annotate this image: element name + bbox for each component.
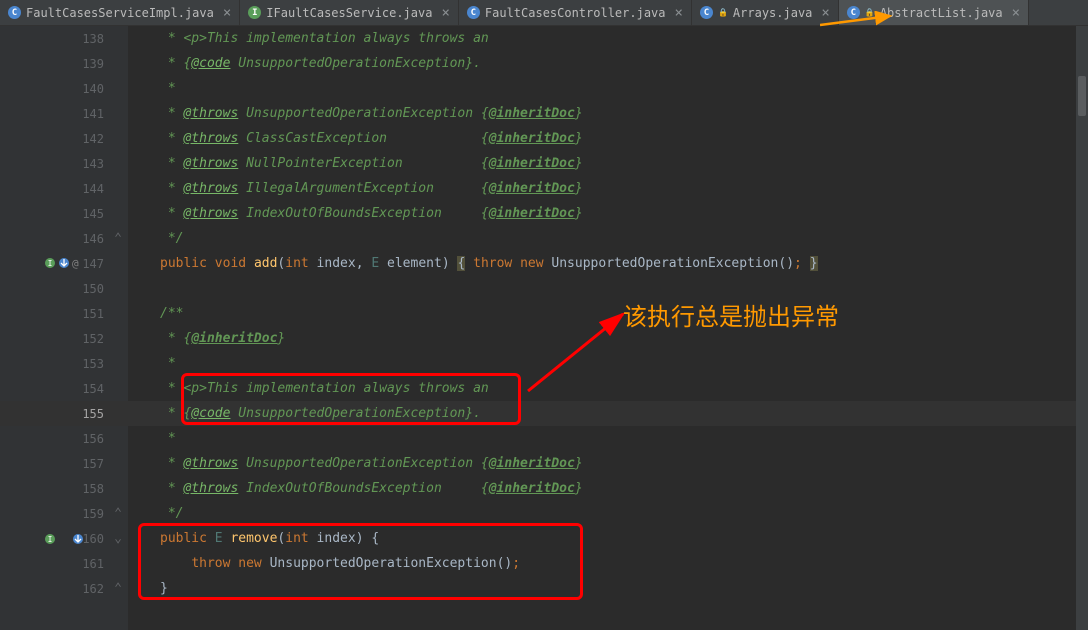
- line-number: 159⌃: [0, 501, 128, 526]
- line-number: 139: [0, 51, 128, 76]
- close-icon[interactable]: ×: [223, 5, 231, 21]
- code-line: * {@code UnsupportedOperationException}.: [128, 51, 1088, 76]
- class-icon: C: [8, 6, 21, 19]
- code-line: * @throws UnsupportedOperationException …: [128, 101, 1088, 126]
- line-number: 153: [0, 351, 128, 376]
- tab-label: IFaultCasesService.java: [266, 6, 432, 20]
- line-number: 152: [0, 326, 128, 351]
- close-icon[interactable]: ×: [675, 5, 683, 21]
- close-icon[interactable]: ×: [821, 5, 829, 21]
- fold-icon[interactable]: ⌃: [114, 506, 122, 521]
- line-number: 154: [0, 376, 128, 401]
- line-number: 144: [0, 176, 128, 201]
- editor-tabs: C FaultCasesServiceImpl.java × I IFaultC…: [0, 0, 1088, 26]
- code-line: *: [128, 76, 1088, 101]
- code-area[interactable]: * <p>This implementation always throws a…: [128, 26, 1088, 630]
- line-number: 151: [0, 301, 128, 326]
- gutter-markers[interactable]: I: [44, 533, 84, 545]
- code-line: */: [128, 501, 1088, 526]
- class-icon: C: [847, 6, 860, 19]
- line-number: 143: [0, 151, 128, 176]
- close-icon[interactable]: ×: [1012, 5, 1020, 21]
- tab-label: FaultCasesController.java: [485, 6, 666, 20]
- scrollbar[interactable]: [1076, 26, 1088, 630]
- tab-arrays[interactable]: C 🔒 Arrays.java ×: [692, 0, 839, 25]
- code-line: * @throws IndexOutOfBoundsException {@in…: [128, 201, 1088, 226]
- close-icon[interactable]: ×: [441, 5, 449, 21]
- line-number: 162⌃: [0, 576, 128, 601]
- line-number: 138: [0, 26, 128, 51]
- line-number: 156: [0, 426, 128, 451]
- implements-icon[interactable]: I: [44, 533, 56, 545]
- tab-label: Arrays.java: [733, 6, 812, 20]
- line-number: 158: [0, 476, 128, 501]
- implements-icon[interactable]: I: [44, 257, 56, 269]
- at-icon[interactable]: @: [72, 257, 79, 270]
- tab-faultcasesserviceimpl[interactable]: C FaultCasesServiceImpl.java ×: [0, 0, 240, 25]
- code-line: *: [128, 351, 1088, 376]
- code-line: public void add(int index, E element) { …: [128, 251, 1088, 276]
- code-line: throw new UnsupportedOperationException(…: [128, 551, 1088, 576]
- code-line: * {@code UnsupportedOperationException}.: [128, 401, 1088, 426]
- code-line: * @throws ClassCastException {@inheritDo…: [128, 126, 1088, 151]
- code-line: public E remove(int index) {: [128, 526, 1088, 551]
- fold-icon[interactable]: ⌃: [114, 581, 122, 596]
- fold-icon[interactable]: ⌃: [114, 231, 122, 246]
- gutter-markers[interactable]: I @: [44, 257, 79, 270]
- class-icon: C: [467, 6, 480, 19]
- code-line: * @throws IndexOutOfBoundsException {@in…: [128, 476, 1088, 501]
- override-icon[interactable]: [58, 257, 70, 269]
- tab-label: AbstractList.java: [880, 6, 1003, 20]
- tab-faultcasescontroller[interactable]: C FaultCasesController.java ×: [459, 0, 692, 25]
- line-number: 140: [0, 76, 128, 101]
- code-line: * @throws IllegalArgumentException {@inh…: [128, 176, 1088, 201]
- line-number: 141: [0, 101, 128, 126]
- line-number: 157: [0, 451, 128, 476]
- interface-icon: I: [248, 6, 261, 19]
- code-line: [128, 276, 1088, 301]
- fold-icon[interactable]: ⌄: [114, 531, 122, 546]
- code-line: * @throws UnsupportedOperationException …: [128, 451, 1088, 476]
- override-icon[interactable]: [72, 533, 84, 545]
- code-line: }: [128, 576, 1088, 601]
- line-number: I 160⌄: [0, 526, 128, 551]
- code-line: * <p>This implementation always throws a…: [128, 376, 1088, 401]
- code-line: /**: [128, 301, 1088, 326]
- gutter: 138 139 140 141 142 143 144 145 146⌃ I @…: [0, 26, 128, 630]
- code-line: * {@inheritDoc}: [128, 326, 1088, 351]
- line-number: 150: [0, 276, 128, 301]
- tab-label: FaultCasesServiceImpl.java: [26, 6, 214, 20]
- line-number: 142: [0, 126, 128, 151]
- line-number: 146⌃: [0, 226, 128, 251]
- code-line: * <p>This implementation always throws a…: [128, 26, 1088, 51]
- line-number: I @ 147: [0, 251, 128, 276]
- code-line: * @throws NullPointerException {@inherit…: [128, 151, 1088, 176]
- annotation-label: 该执行总是抛出异常: [623, 297, 839, 332]
- scroll-thumb[interactable]: [1078, 76, 1086, 116]
- tab-ifaultcasesservice[interactable]: I IFaultCasesService.java ×: [240, 0, 459, 25]
- code-line: *: [128, 426, 1088, 451]
- tab-abstractlist[interactable]: C 🔒 AbstractList.java ×: [839, 0, 1029, 25]
- svg-text:I: I: [48, 535, 53, 544]
- line-number: 155: [0, 401, 128, 426]
- line-number: 145: [0, 201, 128, 226]
- class-icon: C: [700, 6, 713, 19]
- line-number: 161: [0, 551, 128, 576]
- lock-icon: 🔒: [865, 8, 875, 17]
- code-line: */: [128, 226, 1088, 251]
- svg-text:I: I: [48, 259, 53, 268]
- lock-icon: 🔒: [718, 8, 728, 17]
- code-editor[interactable]: 138 139 140 141 142 143 144 145 146⌃ I @…: [0, 26, 1088, 630]
